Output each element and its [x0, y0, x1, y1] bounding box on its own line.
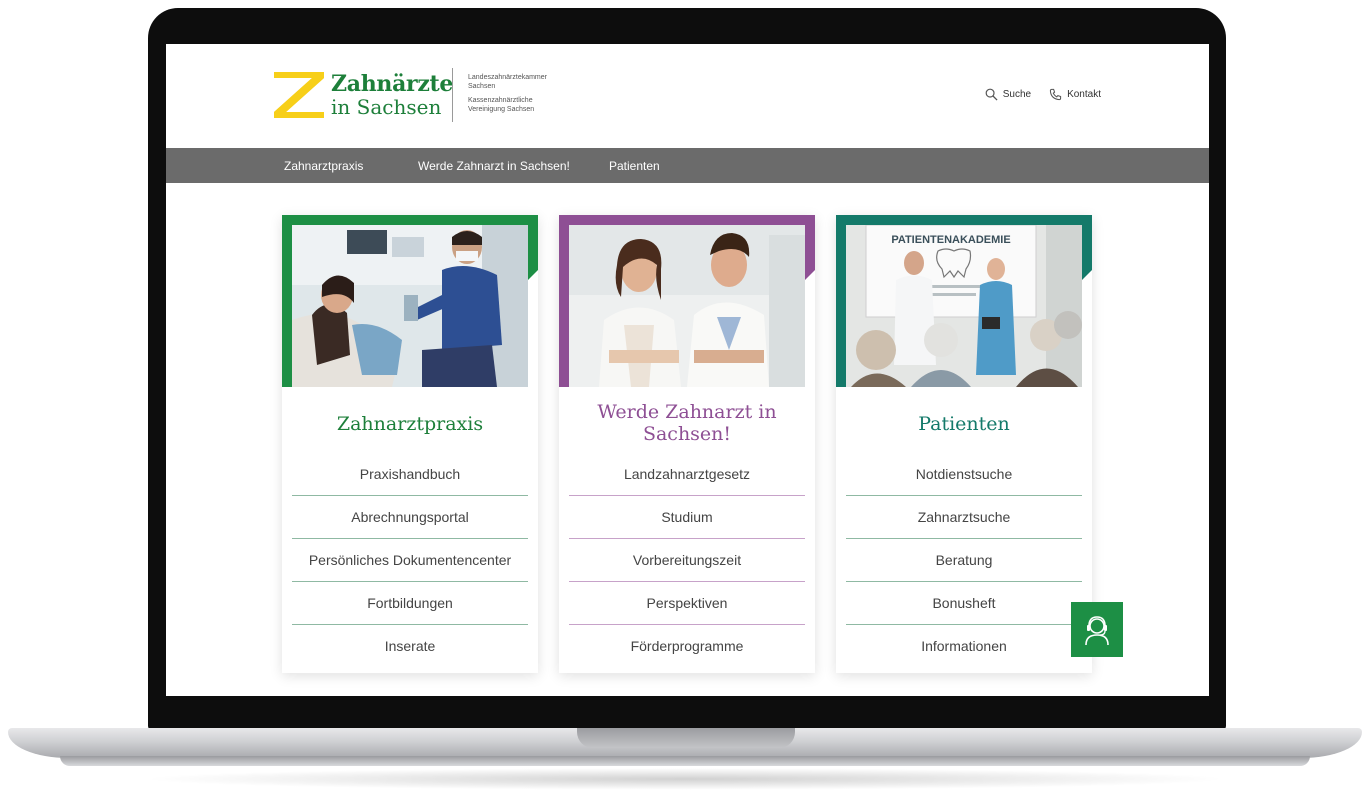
card-media[interactable]: PATIENTENAKADEMIE — [836, 215, 1092, 387]
nav-item-zahnarztpraxis[interactable]: Zahnarztpraxis — [284, 159, 363, 173]
card-links: Praxishandbuch Abrechnungsportal Persönl… — [292, 453, 528, 667]
logo-z-icon[interactable] — [274, 72, 324, 118]
header-tools: Suche Kontakt — [985, 88, 1101, 101]
card-links: Landzahnarztgesetz Studium Vorbereitungs… — [569, 453, 805, 667]
logo-divider — [452, 68, 453, 122]
card-title[interactable]: Zahnarztpraxis — [282, 413, 538, 435]
contact-link[interactable]: Kontakt — [1049, 88, 1101, 101]
young-dentists-photo — [569, 225, 805, 387]
patient-academy-photo: PATIENTENAKADEMIE — [846, 225, 1082, 387]
support-chat-button[interactable] — [1071, 602, 1123, 657]
org-line-1: Landeszahnärztekammer — [468, 74, 547, 81]
card-media[interactable] — [282, 215, 538, 387]
logo-subtitle[interactable]: in Sachsen — [331, 95, 441, 119]
dental-treatment-photo — [292, 225, 528, 387]
laptop-notch — [577, 728, 795, 748]
card-media[interactable] — [559, 215, 815, 387]
phone-icon — [1049, 88, 1062, 101]
card-title[interactable]: Patienten — [836, 413, 1092, 435]
card-title-line-2: Sachsen! — [642, 423, 732, 445]
support-agent-icon — [1085, 615, 1109, 645]
link-zahnarztsuche[interactable]: Zahnarztsuche — [846, 496, 1082, 539]
search-link[interactable]: Suche — [985, 88, 1031, 101]
link-vorbereitungszeit[interactable]: Vorbereitungszeit — [569, 539, 805, 582]
laptop-foot — [60, 756, 1310, 766]
link-perspektiven[interactable]: Perspektiven — [569, 582, 805, 625]
link-praxishandbuch[interactable]: Praxishandbuch — [292, 453, 528, 496]
org-line-3: Kassenzahnärztliche — [468, 97, 533, 104]
link-inserate[interactable]: Inserate — [292, 625, 528, 667]
link-studium[interactable]: Studium — [569, 496, 805, 539]
site-header: Zahnärzte in Sachsen Landeszahnärztekamm… — [166, 44, 1209, 148]
card-werde-zahnarzt: Werde Zahnarzt in Sachsen! Landzahnarztg… — [559, 215, 815, 673]
link-informationen[interactable]: Informationen — [846, 625, 1082, 667]
link-fortbildungen[interactable]: Fortbildungen — [292, 582, 528, 625]
card-links: Notdienstsuche Zahnarztsuche Beratung Bo… — [846, 453, 1082, 667]
card-patienten: PATIENTENAKADEMIE Patienten Notdienstsuc… — [836, 215, 1092, 673]
link-foerderprogramme[interactable]: Förderprogramme — [569, 625, 805, 667]
org-line-2: Sachsen — [468, 83, 496, 90]
nav-item-patienten[interactable]: Patienten — [609, 159, 660, 173]
link-landzahnarztgesetz[interactable]: Landzahnarztgesetz — [569, 453, 805, 496]
link-dokumentencenter[interactable]: Persönliches Dokumentencenter — [292, 539, 528, 582]
search-label: Suche — [1002, 89, 1032, 100]
card-title-line-1: Werde Zahnarzt in — [597, 401, 777, 423]
card-title[interactable]: Werde Zahnarzt in Sachsen! — [559, 401, 815, 445]
link-bonusheft[interactable]: Bonusheft — [846, 582, 1082, 625]
search-icon — [985, 88, 998, 101]
link-abrechnungsportal[interactable]: Abrechnungsportal — [292, 496, 528, 539]
photo-sign-text: PATIENTENAKADEMIE — [891, 234, 1010, 246]
main-nav: Zahnarztpraxis Werde Zahnarzt in Sachsen… — [166, 148, 1209, 183]
laptop-shadow — [140, 768, 1230, 790]
browser-viewport: Zahnärzte in Sachsen Landeszahnärztekamm… — [166, 44, 1209, 696]
nav-item-werde-zahnarzt[interactable]: Werde Zahnarzt in Sachsen! — [418, 159, 570, 173]
card-zahnarztpraxis: Zahnarztpraxis Praxishandbuch Abrechnung… — [282, 215, 538, 673]
logo-title[interactable]: Zahnärzte — [331, 72, 453, 96]
org-line-4: Vereinigung Sachsen — [468, 106, 535, 113]
link-beratung[interactable]: Beratung — [846, 539, 1082, 582]
link-notdienstsuche[interactable]: Notdienstsuche — [846, 453, 1082, 496]
contact-label: Kontakt — [1067, 89, 1101, 100]
